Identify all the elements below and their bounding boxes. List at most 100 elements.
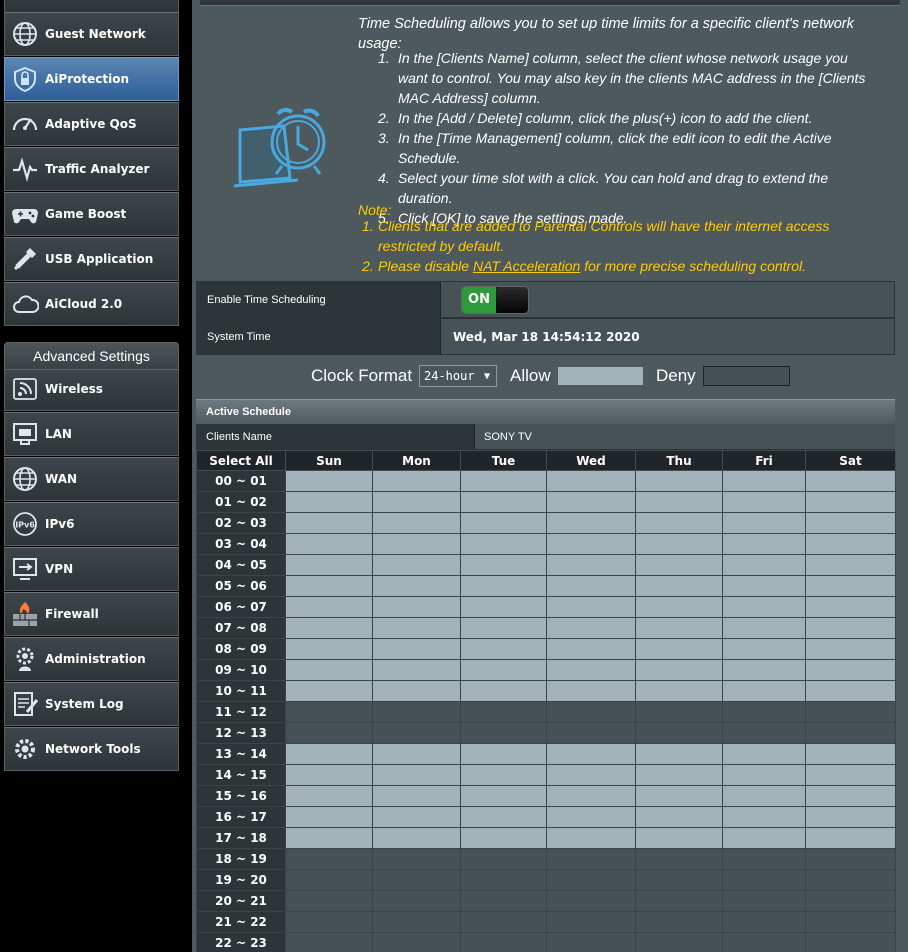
- sidebar-item-administration[interactable]: Administration: [4, 637, 179, 681]
- select-all-button[interactable]: Select All: [196, 450, 286, 471]
- schedule-slot[interactable]: [722, 932, 806, 952]
- schedule-slot[interactable]: [722, 596, 806, 618]
- day-header-thu[interactable]: Thu: [635, 450, 723, 471]
- schedule-slot[interactable]: [805, 827, 896, 849]
- schedule-slot[interactable]: [285, 659, 373, 681]
- hour-label[interactable]: 07 ~ 08: [196, 617, 286, 639]
- schedule-slot[interactable]: [546, 470, 636, 492]
- schedule-slot[interactable]: [460, 596, 547, 618]
- schedule-slot[interactable]: [722, 911, 806, 933]
- schedule-slot[interactable]: [805, 617, 896, 639]
- schedule-slot[interactable]: [460, 932, 547, 952]
- schedule-slot[interactable]: [635, 890, 723, 912]
- schedule-slot[interactable]: [805, 701, 896, 723]
- nat-acceleration-link[interactable]: NAT Acceleration: [473, 258, 580, 274]
- schedule-slot[interactable]: [460, 512, 547, 534]
- hour-label[interactable]: 08 ~ 09: [196, 638, 286, 660]
- schedule-slot[interactable]: [460, 638, 547, 660]
- schedule-slot[interactable]: [372, 890, 461, 912]
- schedule-slot[interactable]: [805, 722, 896, 744]
- schedule-slot[interactable]: [546, 806, 636, 828]
- schedule-slot[interactable]: [805, 764, 896, 786]
- time-scheduling-toggle[interactable]: ON: [461, 285, 529, 314]
- schedule-slot[interactable]: [805, 869, 896, 891]
- schedule-slot[interactable]: [635, 533, 723, 555]
- schedule-slot[interactable]: [546, 575, 636, 597]
- schedule-slot[interactable]: [460, 806, 547, 828]
- schedule-slot[interactable]: [805, 533, 896, 555]
- hour-label[interactable]: 21 ~ 22: [196, 911, 286, 933]
- sidebar-item-system-log[interactable]: System Log: [4, 682, 179, 726]
- schedule-slot[interactable]: [372, 764, 461, 786]
- hour-label[interactable]: 17 ~ 18: [196, 827, 286, 849]
- schedule-slot[interactable]: [372, 911, 461, 933]
- schedule-slot[interactable]: [722, 701, 806, 723]
- hour-label[interactable]: 12 ~ 13: [196, 722, 286, 744]
- schedule-slot[interactable]: [460, 554, 547, 576]
- schedule-slot[interactable]: [722, 806, 806, 828]
- schedule-slot[interactable]: [805, 848, 896, 870]
- schedule-slot[interactable]: [285, 638, 373, 660]
- schedule-slot[interactable]: [722, 533, 806, 555]
- schedule-slot[interactable]: [460, 869, 547, 891]
- schedule-slot[interactable]: [722, 890, 806, 912]
- schedule-slot[interactable]: [546, 869, 636, 891]
- day-header-fri[interactable]: Fri: [722, 450, 806, 471]
- schedule-slot[interactable]: [460, 680, 547, 702]
- schedule-slot[interactable]: [805, 806, 896, 828]
- day-header-mon[interactable]: Mon: [372, 450, 461, 471]
- schedule-slot[interactable]: [722, 869, 806, 891]
- schedule-slot[interactable]: [372, 701, 461, 723]
- schedule-slot[interactable]: [372, 491, 461, 513]
- schedule-slot[interactable]: [460, 617, 547, 639]
- schedule-slot[interactable]: [722, 659, 806, 681]
- sidebar-item-vpn[interactable]: VPN: [4, 547, 179, 591]
- schedule-slot[interactable]: [635, 869, 723, 891]
- schedule-slot[interactable]: [635, 617, 723, 639]
- schedule-slot[interactable]: [372, 848, 461, 870]
- hour-label[interactable]: 10 ~ 11: [196, 680, 286, 702]
- schedule-slot[interactable]: [805, 470, 896, 492]
- schedule-slot[interactable]: [635, 785, 723, 807]
- schedule-slot[interactable]: [460, 848, 547, 870]
- hour-label[interactable]: 09 ~ 10: [196, 659, 286, 681]
- hour-label[interactable]: 14 ~ 15: [196, 764, 286, 786]
- sidebar-item-ipv6[interactable]: IPv6 IPv6: [4, 502, 179, 546]
- schedule-slot[interactable]: [722, 827, 806, 849]
- schedule-slot[interactable]: [460, 911, 547, 933]
- hour-label[interactable]: 16 ~ 17: [196, 806, 286, 828]
- schedule-slot[interactable]: [635, 638, 723, 660]
- schedule-slot[interactable]: [285, 617, 373, 639]
- schedule-slot[interactable]: [635, 806, 723, 828]
- schedule-slot[interactable]: [372, 596, 461, 618]
- schedule-slot[interactable]: [722, 848, 806, 870]
- schedule-slot[interactable]: [635, 512, 723, 534]
- schedule-slot[interactable]: [285, 743, 373, 765]
- schedule-slot[interactable]: [546, 785, 636, 807]
- schedule-slot[interactable]: [805, 554, 896, 576]
- hour-label[interactable]: 11 ~ 12: [196, 701, 286, 723]
- schedule-slot[interactable]: [546, 554, 636, 576]
- hour-label[interactable]: 00 ~ 01: [196, 470, 286, 492]
- schedule-slot[interactable]: [372, 869, 461, 891]
- sidebar-item-adaptive-qos[interactable]: Adaptive QoS: [4, 102, 179, 146]
- schedule-slot[interactable]: [460, 470, 547, 492]
- hour-label[interactable]: 05 ~ 06: [196, 575, 286, 597]
- day-header-tue[interactable]: Tue: [460, 450, 547, 471]
- hour-label[interactable]: 20 ~ 21: [196, 890, 286, 912]
- schedule-slot[interactable]: [722, 470, 806, 492]
- hour-label[interactable]: 13 ~ 14: [196, 743, 286, 765]
- schedule-slot[interactable]: [722, 575, 806, 597]
- sidebar-item-game-boost[interactable]: Game Boost: [4, 192, 179, 236]
- schedule-slot[interactable]: [285, 764, 373, 786]
- schedule-slot[interactable]: [372, 575, 461, 597]
- schedule-slot[interactable]: [546, 890, 636, 912]
- schedule-slot[interactable]: [635, 932, 723, 952]
- schedule-slot[interactable]: [546, 680, 636, 702]
- schedule-slot[interactable]: [372, 932, 461, 952]
- schedule-slot[interactable]: [372, 554, 461, 576]
- schedule-slot[interactable]: [722, 512, 806, 534]
- schedule-slot[interactable]: [805, 596, 896, 618]
- schedule-slot[interactable]: [546, 512, 636, 534]
- schedule-slot[interactable]: [372, 827, 461, 849]
